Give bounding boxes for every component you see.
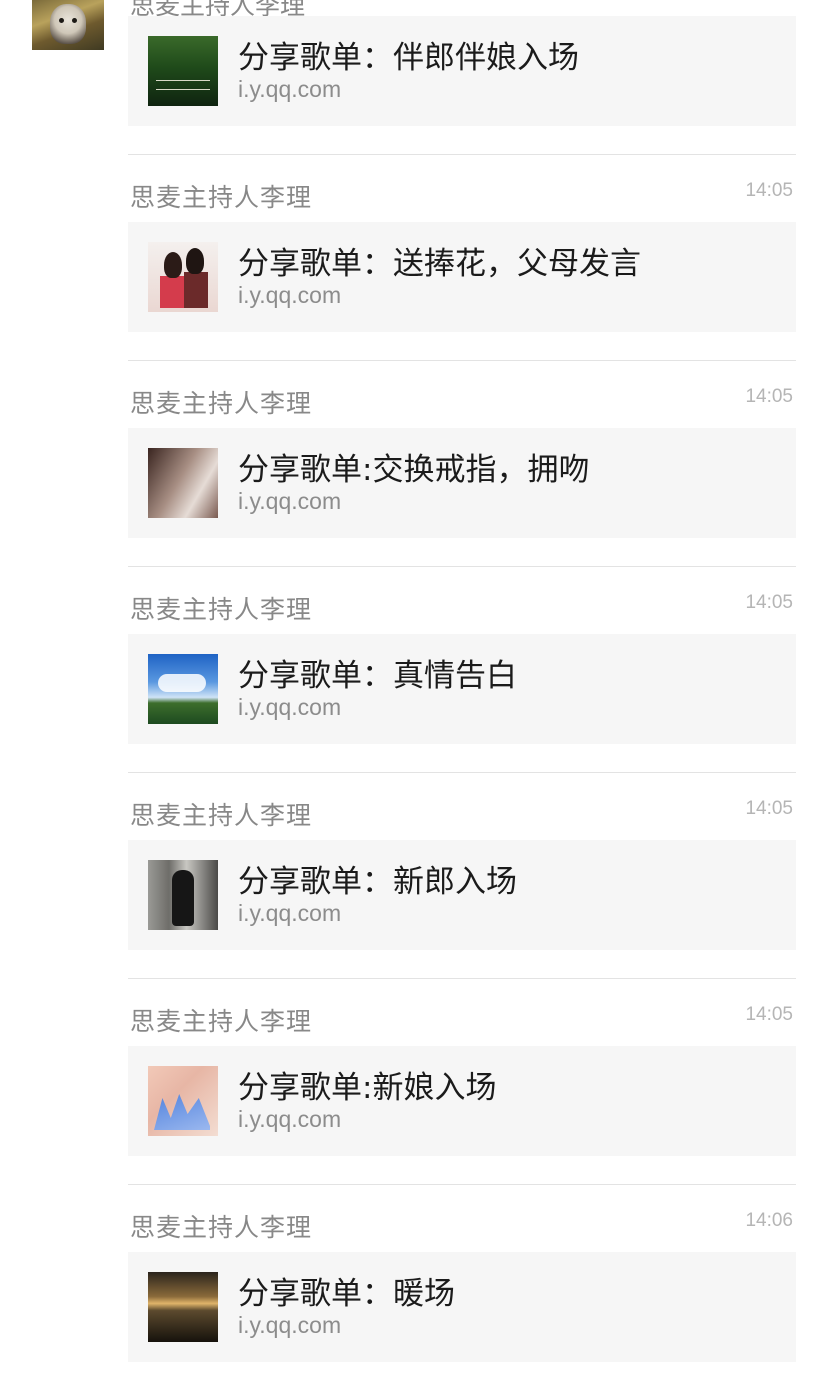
message-time: 14:05	[745, 180, 793, 201]
music-share-card[interactable]: 分享歌单：真情告白 i.y.qq.com	[128, 634, 796, 744]
painting-album-cover	[148, 1066, 218, 1136]
forest-album-cover	[148, 36, 218, 106]
card-url: i.y.qq.com	[238, 1312, 342, 1338]
message-time: 14:05	[745, 386, 793, 407]
music-share-card[interactable]: 分享歌单:交换戒指，拥吻 i.y.qq.com	[128, 428, 796, 538]
music-share-card[interactable]: 分享歌单：伴郎伴娘入场 i.y.qq.com	[128, 16, 796, 126]
card-url: i.y.qq.com	[238, 694, 342, 720]
message-time: 14:05	[745, 798, 793, 819]
card-title: 分享歌单:新娘入场	[238, 1070, 497, 1106]
divider	[128, 1184, 796, 1185]
sender-name[interactable]: 思麦主持人李理	[130, 1208, 312, 1244]
sender-name[interactable]: 思麦主持人李理	[130, 590, 312, 626]
card-title: 分享歌单：伴郎伴娘入场	[238, 40, 579, 76]
sender-name[interactable]: 思麦主持人李理	[130, 1002, 312, 1038]
divider	[128, 772, 796, 773]
message-time: 14:05	[745, 592, 793, 613]
music-share-card[interactable]: 分享歌单:新娘入场 i.y.qq.com	[128, 1046, 796, 1156]
card-title: 分享歌单：暖场	[238, 1276, 455, 1312]
violinist-album-cover	[148, 860, 218, 930]
card-title: 分享歌单：送捧花，父母发言	[238, 246, 641, 282]
music-share-card[interactable]: 分享歌单：送捧花，父母发言 i.y.qq.com	[128, 222, 796, 332]
message-time: 14:06	[745, 1210, 793, 1231]
sunset-album-cover	[148, 1272, 218, 1342]
card-url: i.y.qq.com	[238, 1106, 342, 1132]
card-url: i.y.qq.com	[238, 900, 342, 926]
sky-album-cover	[148, 654, 218, 724]
sender-name[interactable]: 思麦主持人李理	[130, 178, 312, 214]
divider	[128, 978, 796, 979]
divider	[128, 154, 796, 155]
ring-album-cover	[148, 448, 218, 518]
music-share-card[interactable]: 分享歌单：暖场 i.y.qq.com	[128, 1252, 796, 1362]
card-url: i.y.qq.com	[238, 76, 342, 102]
sender-name[interactable]: 思麦主持人李理	[130, 796, 312, 832]
divider	[128, 566, 796, 567]
message-time: 14:05	[745, 1004, 793, 1025]
music-share-card[interactable]: 分享歌单：新郎入场 i.y.qq.com	[128, 840, 796, 950]
sender-avatar[interactable]	[32, 0, 104, 50]
card-url: i.y.qq.com	[238, 282, 342, 308]
divider	[128, 360, 796, 361]
sender-name[interactable]: 思麦主持人李理	[130, 384, 312, 420]
card-url: i.y.qq.com	[238, 488, 342, 514]
card-title: 分享歌单：新郎入场	[238, 864, 517, 900]
couple-album-cover	[148, 242, 218, 312]
dog-photo-icon	[50, 4, 86, 44]
card-title: 分享歌单：真情告白	[238, 658, 517, 694]
card-title: 分享歌单:交换戒指，拥吻	[238, 452, 590, 488]
